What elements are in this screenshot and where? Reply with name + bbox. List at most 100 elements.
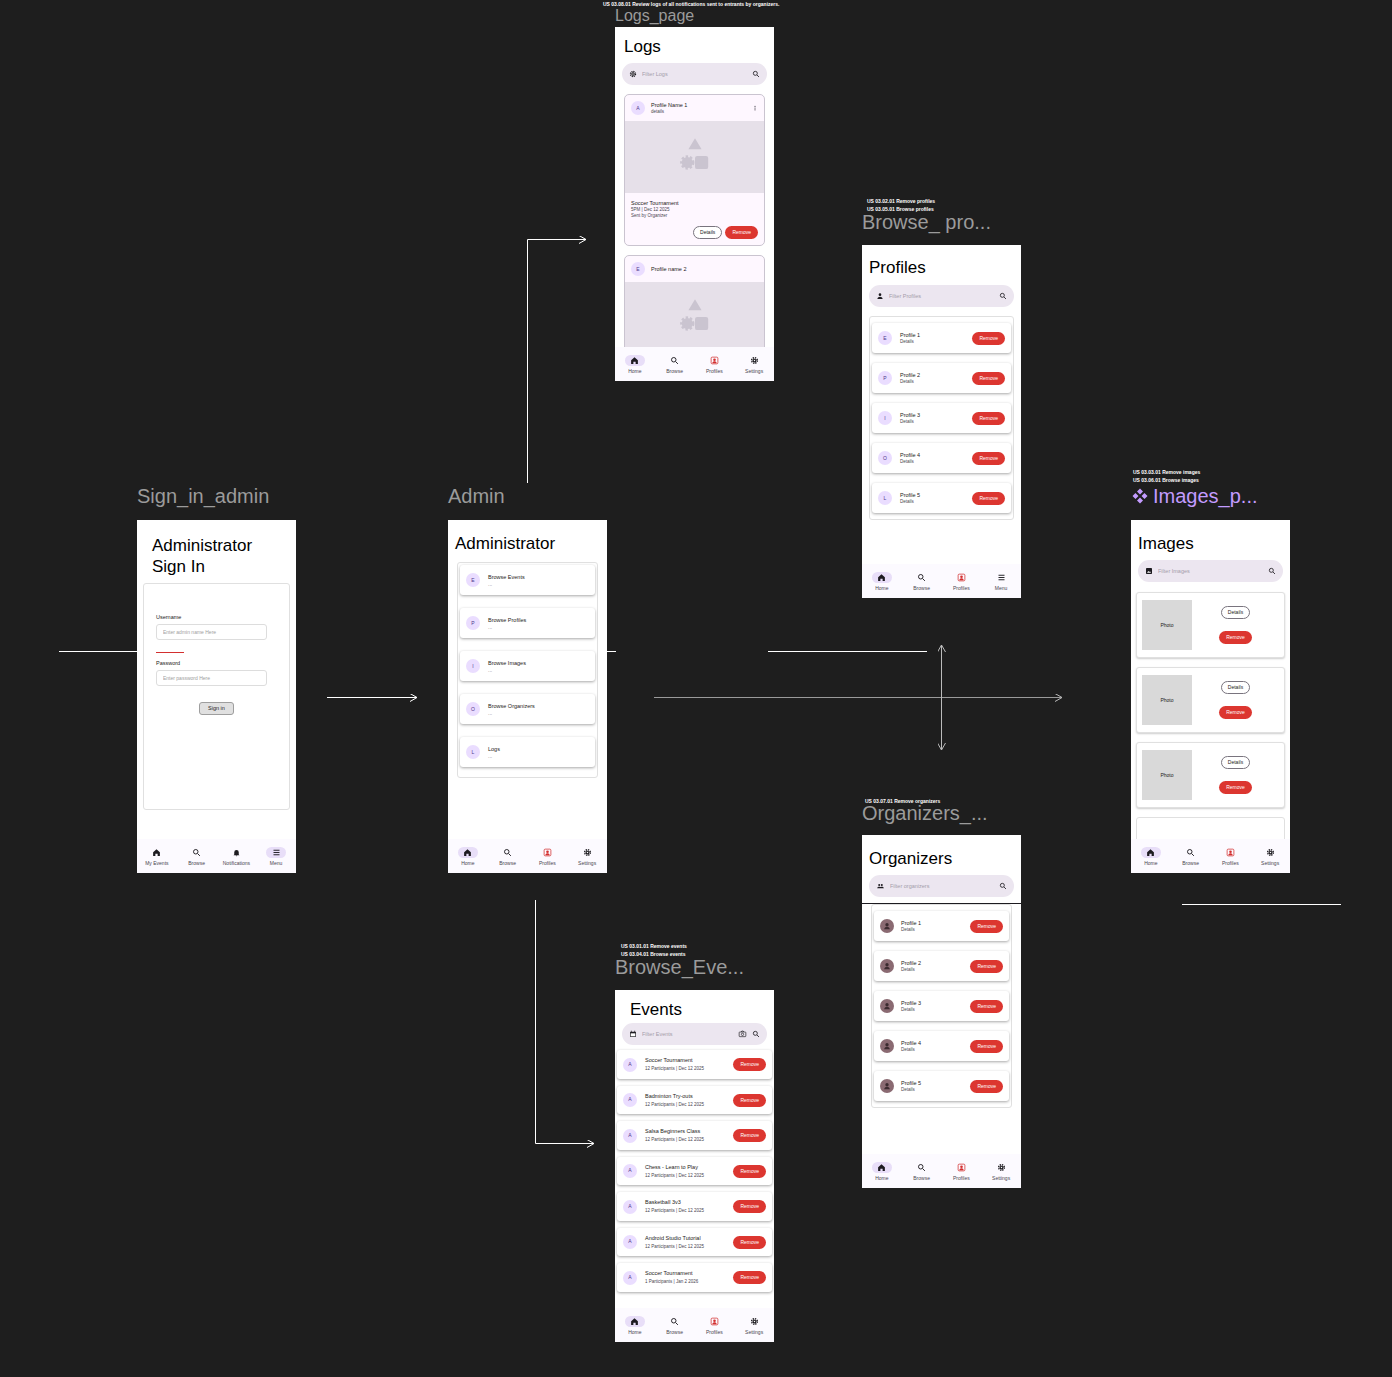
nav-item[interactable]: Profiles xyxy=(530,847,564,866)
nav-item[interactable]: Home xyxy=(865,1162,899,1181)
nav-label: Browse xyxy=(913,1176,930,1181)
nav-item[interactable]: Settings xyxy=(1253,847,1287,866)
event-row[interactable]: ABadminton Try-outs12 Participants | Dec… xyxy=(617,1086,772,1115)
event-row[interactable]: AChess - Learn to Play12 Participants | … xyxy=(617,1157,772,1186)
remove-button[interactable]: Remove xyxy=(972,372,1005,385)
nav-label: Profiles xyxy=(539,861,556,866)
nav-item[interactable]: Profiles xyxy=(1213,847,1247,866)
remove-button[interactable]: Remove xyxy=(1219,781,1252,794)
organizer-name: Profile 1 xyxy=(901,920,963,927)
profile-row[interactable]: EProfile 1DetailsRemove xyxy=(872,323,1011,353)
event-row[interactable]: ASalsa Beginners Class12 Participants | … xyxy=(617,1121,772,1150)
search-input[interactable] xyxy=(642,70,747,78)
nav-item[interactable]: Settings xyxy=(984,1162,1018,1181)
remove-button[interactable]: Remove xyxy=(970,960,1003,973)
nav-item[interactable]: Profiles xyxy=(697,355,731,374)
nav-item[interactable]: Browse xyxy=(1174,847,1208,866)
nav-item[interactable]: My Events xyxy=(140,847,174,866)
profile-row[interactable]: PProfile 2DetailsRemove xyxy=(872,363,1011,393)
nav-item[interactable]: Browse xyxy=(905,572,939,591)
profile-row[interactable]: OProfile 4DetailsRemove xyxy=(872,443,1011,473)
profile-row[interactable]: IProfile 3DetailsRemove xyxy=(872,403,1011,433)
search-input[interactable] xyxy=(889,292,994,300)
nav-item[interactable]: Settings xyxy=(737,355,771,374)
search-bar[interactable] xyxy=(869,285,1014,307)
remove-button[interactable]: Remove xyxy=(970,1080,1003,1093)
details-button[interactable]: Details xyxy=(1221,681,1250,694)
nav-item[interactable]: Settings xyxy=(737,1316,771,1335)
organizer-row[interactable]: Profile 2DetailsRemove xyxy=(874,951,1009,981)
search-bar[interactable] xyxy=(622,63,767,85)
remove-button[interactable]: Remove xyxy=(972,332,1005,345)
search-input[interactable] xyxy=(890,882,994,890)
admin-menu-item[interactable]: EBrowse Events... xyxy=(460,565,595,595)
nav-item[interactable]: Profiles xyxy=(697,1316,731,1335)
nav-item[interactable]: Home xyxy=(451,847,485,866)
profile-icon xyxy=(543,848,552,857)
remove-button[interactable]: Remove xyxy=(733,1094,766,1107)
search-input[interactable] xyxy=(642,1030,733,1038)
nav-item[interactable]: Browse xyxy=(491,847,525,866)
event-row[interactable]: ABasketball 3v312 Participants | Dec 12 … xyxy=(617,1192,772,1221)
event-row[interactable]: AAndroid Studio Tutorial12 Participants … xyxy=(617,1228,772,1257)
home-icon xyxy=(630,1317,639,1326)
remove-button[interactable]: Remove xyxy=(970,920,1003,933)
nav-item[interactable]: Notifications xyxy=(219,847,253,866)
nav-item[interactable]: Home xyxy=(618,1316,652,1335)
search-bar[interactable] xyxy=(1138,560,1283,582)
item-title: Browse Organizers xyxy=(488,703,535,710)
remove-button[interactable]: Remove xyxy=(733,1129,766,1142)
search-bar[interactable] xyxy=(869,875,1014,897)
details-button[interactable]: Details xyxy=(1221,756,1250,769)
event-row[interactable]: ASoccer Tournament12 Participants | Dec … xyxy=(617,1050,772,1079)
password-input[interactable] xyxy=(156,670,267,686)
nav-item[interactable]: Menu xyxy=(984,572,1018,591)
frame-label: Browse_ pro... xyxy=(862,212,991,232)
nav-item[interactable]: Profiles xyxy=(944,1162,978,1181)
admin-menu-item[interactable]: LLogs... xyxy=(460,737,595,767)
details-button[interactable]: Details xyxy=(693,226,722,239)
nav-item[interactable]: Profiles xyxy=(944,572,978,591)
admin-menu-item[interactable]: PBrowse Profiles... xyxy=(460,608,595,638)
remove-button[interactable]: Remove xyxy=(733,1058,766,1071)
admin-menu-item[interactable]: OBrowse Organizers... xyxy=(460,694,595,724)
nav-indicator xyxy=(704,1316,724,1327)
remove-button[interactable]: Remove xyxy=(725,226,758,239)
nav-item[interactable]: Settings xyxy=(570,847,604,866)
nav-item[interactable]: Home xyxy=(618,355,652,374)
nav-item[interactable]: Home xyxy=(1134,847,1168,866)
sign-in-button[interactable]: Sign in xyxy=(199,702,234,715)
organizer-row[interactable]: Profile 4DetailsRemove xyxy=(874,1031,1009,1061)
story-note: US 03.01.01 Remove events xyxy=(621,942,687,950)
nav-item[interactable]: Browse xyxy=(658,355,692,374)
nav-item[interactable]: Browse xyxy=(658,1316,692,1335)
username-input[interactable] xyxy=(156,624,267,640)
event-meta: 12 Participants | Dec 12 2025 xyxy=(645,1137,725,1143)
remove-button[interactable]: Remove xyxy=(972,452,1005,465)
remove-button[interactable]: Remove xyxy=(970,1000,1003,1013)
remove-button[interactable]: Remove xyxy=(1219,631,1252,644)
nav-label: Profiles xyxy=(1222,861,1239,866)
remove-button[interactable]: Remove xyxy=(733,1236,766,1249)
organizer-row[interactable]: Profile 1DetailsRemove xyxy=(874,911,1009,941)
nav-item[interactable]: Browse xyxy=(180,847,214,866)
remove-button[interactable]: Remove xyxy=(972,412,1005,425)
nav-item[interactable]: Home xyxy=(865,572,899,591)
remove-button[interactable]: Remove xyxy=(970,1040,1003,1053)
nav-item[interactable]: Browse xyxy=(905,1162,939,1181)
gear-icon xyxy=(750,356,759,365)
nav-item[interactable]: Menu xyxy=(259,847,293,866)
admin-menu-item[interactable]: IBrowse Images... xyxy=(460,651,595,681)
remove-button[interactable]: Remove xyxy=(972,492,1005,505)
organizer-row[interactable]: Profile 3DetailsRemove xyxy=(874,991,1009,1021)
organizer-row[interactable]: Profile 5DetailsRemove xyxy=(874,1071,1009,1101)
event-row[interactable]: ASoccer Tournament1 Participants | Jan 2… xyxy=(617,1263,772,1292)
remove-button[interactable]: Remove xyxy=(1219,706,1252,719)
profile-row[interactable]: LProfile 5DetailsRemove xyxy=(872,483,1011,513)
search-input[interactable] xyxy=(1158,567,1263,575)
remove-button[interactable]: Remove xyxy=(733,1165,766,1178)
search-bar[interactable] xyxy=(622,1023,767,1045)
remove-button[interactable]: Remove xyxy=(733,1271,766,1284)
details-button[interactable]: Details xyxy=(1221,606,1250,619)
remove-button[interactable]: Remove xyxy=(733,1200,766,1213)
